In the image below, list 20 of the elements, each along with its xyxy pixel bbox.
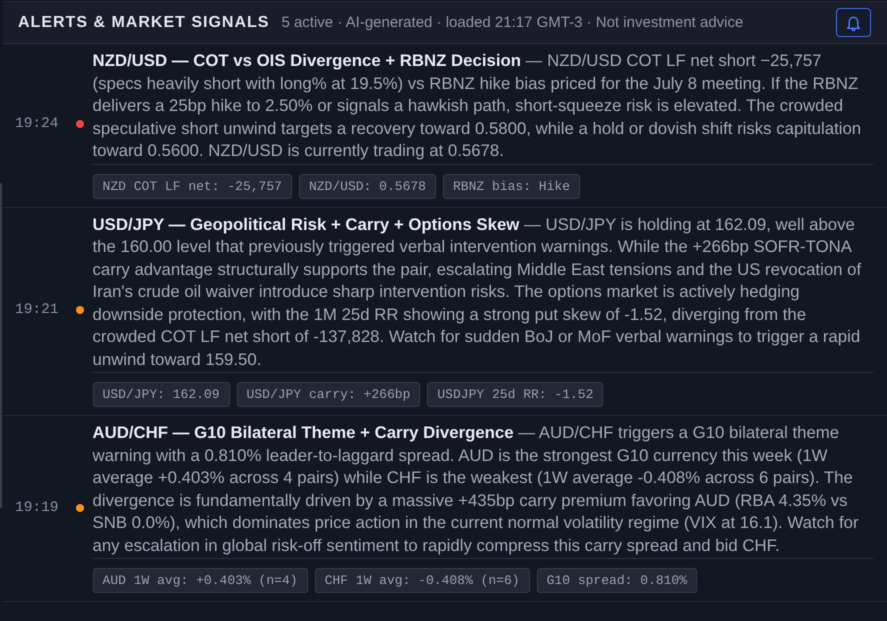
scrollbar-thumb[interactable] [0,183,2,508]
metric-tag: USD/JPY carry: +266bp [236,382,420,407]
metric-tag: USD/JPY: 162.09 [92,382,230,407]
metric-tag: NZD COT LF net: -25,757 [92,174,292,198]
notifications-button[interactable] [836,8,871,37]
metric-tag: AUD 1W avg: +0.403% (n=4) [92,568,308,593]
metric-tag: USDJPY 25d RR: -1.52 [427,382,604,407]
alert-time: 19:21 [15,302,59,318]
alert-text: AUD/CHF — G10 Bilateral Theme + Carry Divergence — AUD/CHF triggers a G10 bilateral theme warning with a 0.810% leader-to-laggard spread. AUD is the strongest G10 currency this week (1W average +0.403% across 4 pairs) while CHF is the weakest (1W average -0.408% across 6 pairs). The divergence is fundamentally driven by a massive +435bp carry premium favoring AUD (RBA 4.35% vs SNB 0.0%), which dominates price action in the current normal volatility regime (VIX at 16.1). Watch for any escalation in global risk-off sentiment to rapidly compress this carry spread and bid CHF. [92,422,860,556]
panel-title: ALERTS & MARKET SIGNALS [18,14,270,32]
alert-time: 19:19 [15,500,59,516]
bell-icon [846,14,861,30]
metric-tag: CHF 1W avg: -0.408% (n=6) [314,568,530,593]
alert-text: USD/JPY — Geopolitical Risk + Carry + Options Skew — USD/JPY is holding at 162.09, well above the 160.00 level that previously triggered verbal intervention warnings. While the +266bp SOFR-TONA carry advantage structurally supports the pair, escalating Middle East tensions and the US revocation of Iran's crude oil waiver introduce sharp intervention risks. The options market is actively hedging downside protection, with the 1M 25d RR showing a strong put skew of -1.52, diverging from the crowded COT LF net short of -137,828. Watch for sudden BoJ or MoF verbal warnings to trigger a rapid unwind toward 159.50. [92,214,862,370]
panel-meta: 5 active · AI-generated · loaded 21:17 GMT-3 · Not investment advice [281,14,744,31]
metric-tag: G10 spread: 0.810% [536,568,698,593]
metric-tag: NZD/USD: 0.5678 [298,174,436,198]
alert-time: 19:24 [15,116,59,132]
alert-text: NZD/USD — COT vs OIS Divergence + RBNZ Decision — NZD/USD COT LF net short −25,757 (specs heavily short with long% at 19.5%) vs RBNZ hike bias priced for the July 8 meeting. If the RBNZ delivers a 25bp hike to 2.50% or signals a hawkish path, short-squeeze risk is elevated. The crowded speculative short unwind targets a recovery toward 0.5800, while a hold or dovish shift risks capitulation toward 0.5600. NZD/USD is currently trading at 0.5678. [92,50,862,162]
metric-tag: RBNZ bias: Hike [442,174,580,198]
